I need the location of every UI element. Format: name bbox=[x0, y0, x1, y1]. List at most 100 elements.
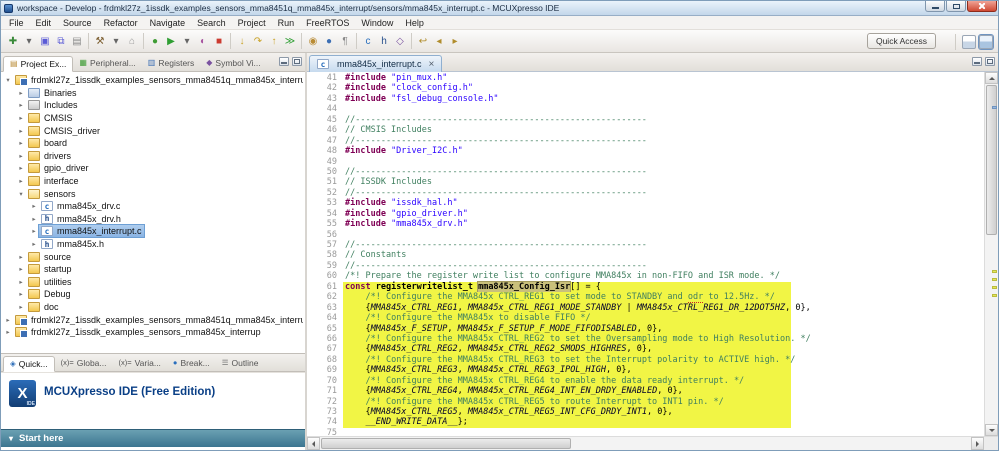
menu-source[interactable]: Source bbox=[57, 18, 98, 28]
code-line[interactable]: 46 // CMSIS Includes bbox=[307, 125, 984, 136]
editor-tab[interactable]: mma845x_interrupt.c × bbox=[309, 55, 443, 72]
quick-access-button[interactable]: Quick Access bbox=[866, 33, 936, 49]
code-line[interactable]: 61 const registerwritelist_t mma845x_Conf… bbox=[307, 280, 984, 293]
expander-icon[interactable]: ▸ bbox=[29, 227, 39, 235]
expander-icon[interactable]: ▸ bbox=[16, 278, 26, 286]
menu-help[interactable]: Help bbox=[399, 18, 430, 28]
menu-freertos[interactable]: FreeRTOS bbox=[300, 18, 355, 28]
code-line[interactable]: 56 bbox=[307, 229, 984, 240]
horizontal-scrollbar[interactable] bbox=[307, 436, 998, 450]
minimize-window-icon[interactable] bbox=[925, 1, 945, 12]
code-line[interactable]: 47 //------------------------------------… bbox=[307, 135, 984, 147]
menu-search[interactable]: Search bbox=[191, 18, 232, 28]
close-window-icon[interactable] bbox=[967, 1, 997, 12]
code-line[interactable]: 74 __END_WRITE_DATA__}; bbox=[307, 417, 984, 428]
menu-refactor[interactable]: Refactor bbox=[98, 18, 144, 28]
terminate-icon[interactable]: ■ bbox=[211, 33, 227, 49]
scroll-left-icon[interactable] bbox=[307, 437, 320, 450]
code-line[interactable]: 66 /*! Configure the MMA845x CTRL_REG2 t… bbox=[307, 333, 984, 345]
menu-navigate[interactable]: Navigate bbox=[144, 18, 192, 28]
code-line[interactable]: 73 {MMA845x_CTRL_REG5, MMA845x_CTRL_REG5… bbox=[307, 407, 984, 418]
code-line[interactable]: 70 /*! Configure the MMA845x CTRL_REG4 t… bbox=[307, 375, 984, 387]
expander-icon[interactable]: ▸ bbox=[16, 265, 26, 273]
scroll-right-icon[interactable] bbox=[971, 437, 984, 450]
minimize-view-icon[interactable] bbox=[279, 57, 289, 66]
open-element-icon[interactable]: ◇ bbox=[392, 33, 408, 49]
code-line[interactable]: 53 #include "issdk_hal.h" bbox=[307, 198, 984, 209]
menu-window[interactable]: Window bbox=[355, 18, 399, 28]
expander-icon[interactable]: ▾ bbox=[3, 76, 13, 84]
code-line[interactable]: 58 // Constants bbox=[307, 250, 984, 261]
tab-project-explorer[interactable]: ▤ Project Ex... bbox=[3, 56, 74, 72]
tree-item[interactable]: ▸ mma845x.h bbox=[1, 238, 305, 251]
tree-item[interactable]: ▸ doc bbox=[1, 301, 305, 314]
maximize-view-icon[interactable] bbox=[292, 57, 302, 66]
code-line[interactable]: 42 #include "clock_config.h" bbox=[307, 83, 984, 94]
code-line[interactable]: 69 {MMA845x_CTRL_REG3, MMA845x_CTRL_REG3… bbox=[307, 365, 984, 376]
run-dropdown-icon[interactable]: ▾ bbox=[179, 33, 195, 49]
scroll-down-icon[interactable] bbox=[985, 424, 998, 436]
tab-close-icon[interactable]: × bbox=[429, 59, 435, 69]
scroll-up-icon[interactable] bbox=[985, 72, 998, 84]
back-icon[interactable]: ◂ bbox=[431, 33, 447, 49]
overview-mark[interactable] bbox=[992, 270, 997, 273]
code-area[interactable]: 41 #include "pin_mux.h" 42 #include "clock_… bbox=[307, 72, 984, 436]
expander-icon[interactable]: ▸ bbox=[16, 101, 26, 109]
start-here-header[interactable]: ▾ Start here bbox=[1, 429, 305, 447]
expander-icon[interactable]: ▸ bbox=[16, 290, 26, 298]
tree-item[interactable]: ▸ mma845x_drv.c bbox=[1, 200, 305, 213]
expander-icon[interactable]: ▸ bbox=[16, 139, 26, 147]
tree-item[interactable]: ▸ utilities bbox=[1, 276, 305, 289]
tree-item[interactable]: ▸ board bbox=[1, 137, 305, 150]
code-line[interactable]: 51 // ISSDK Includes bbox=[307, 177, 984, 188]
overview-mark[interactable] bbox=[992, 294, 997, 297]
toggle-breakpoint-icon[interactable]: ● bbox=[321, 33, 337, 49]
code-line[interactable]: 55 #include "mma845x_drv.h" bbox=[307, 219, 984, 230]
code-line[interactable]: 44 bbox=[307, 104, 984, 115]
code-line[interactable]: 72 /*! Configure the MMA845x CTRL_REG5 t… bbox=[307, 396, 984, 407]
code-line[interactable]: 48 #include "Driver_I2C.h" bbox=[307, 146, 984, 157]
overview-mark[interactable] bbox=[992, 278, 997, 281]
clean-icon[interactable]: ⌂ bbox=[124, 33, 140, 49]
build-dropdown-icon[interactable]: ▾ bbox=[108, 33, 124, 49]
new-dropdown-icon[interactable]: ▾ bbox=[21, 33, 37, 49]
open-perspective-icon[interactable] bbox=[962, 35, 976, 49]
tree-item[interactable]: ▸ Debug bbox=[1, 288, 305, 301]
code-line[interactable]: 59 //------------------------------------… bbox=[307, 260, 984, 272]
build-icon[interactable]: ⚒ bbox=[92, 33, 108, 49]
run-icon[interactable]: ▶ bbox=[163, 33, 179, 49]
print-icon[interactable]: ▤ bbox=[69, 33, 85, 49]
expander-icon[interactable]: ▸ bbox=[16, 127, 26, 135]
profile-icon[interactable]: ◐ bbox=[195, 33, 211, 49]
tab-quickstart[interactable]: ◈ Quick... bbox=[3, 356, 55, 372]
code-line[interactable]: 52 //------------------------------------… bbox=[307, 187, 984, 199]
overview-mark[interactable] bbox=[992, 286, 997, 289]
title-bar[interactable]: workspace - Develop - frdmkl27z_1issdk_e… bbox=[1, 1, 998, 16]
search-icon[interactable]: ◉ bbox=[305, 33, 321, 49]
horizontal-scroll-thumb[interactable] bbox=[321, 438, 571, 449]
code-line[interactable]: 63 {MMA845x_CTRL_REG1, MMA845x_CTRL_REG1… bbox=[307, 302, 984, 314]
save-icon[interactable]: ▣ bbox=[37, 33, 53, 49]
tree-item[interactable]: ▸ drivers bbox=[1, 150, 305, 163]
tree-item[interactable]: ▸ Binaries bbox=[1, 87, 305, 100]
menu-run[interactable]: Run bbox=[272, 18, 301, 28]
tree-item[interactable]: ▾ sensors bbox=[1, 187, 305, 200]
tab-variables[interactable]: (x)= Varia... bbox=[113, 355, 167, 371]
tree-item[interactable]: ▸ source bbox=[1, 250, 305, 263]
expander-icon[interactable]: ▸ bbox=[29, 240, 39, 248]
step-over-icon[interactable]: ↷ bbox=[250, 33, 266, 49]
code-line[interactable]: 41 #include "pin_mux.h" bbox=[307, 73, 984, 84]
save-all-icon[interactable]: ⧉ bbox=[53, 33, 69, 49]
tree-item[interactable]: ▸ mma845x_drv.h bbox=[1, 213, 305, 226]
tree-item[interactable]: ▸ frdmkl27z_1issdk_examples_sensors_mma84… bbox=[1, 313, 305, 326]
resume-icon[interactable]: ≫ bbox=[282, 33, 298, 49]
tree-item[interactable]: ▸ frdmkl27z_1issdk_examples_sensors_mma84… bbox=[1, 326, 305, 339]
minimize-editor-icon[interactable] bbox=[972, 57, 982, 66]
expander-icon[interactable]: ▸ bbox=[3, 328, 13, 336]
expander-icon[interactable]: ▸ bbox=[16, 164, 26, 172]
expander-icon[interactable]: ▸ bbox=[3, 316, 13, 324]
code-line[interactable]: 49 bbox=[307, 156, 984, 167]
code-line[interactable]: 60 /*! Prepare the register write list to… bbox=[307, 271, 984, 282]
maximize-editor-icon[interactable] bbox=[985, 57, 995, 66]
menu-file[interactable]: File bbox=[3, 18, 30, 28]
